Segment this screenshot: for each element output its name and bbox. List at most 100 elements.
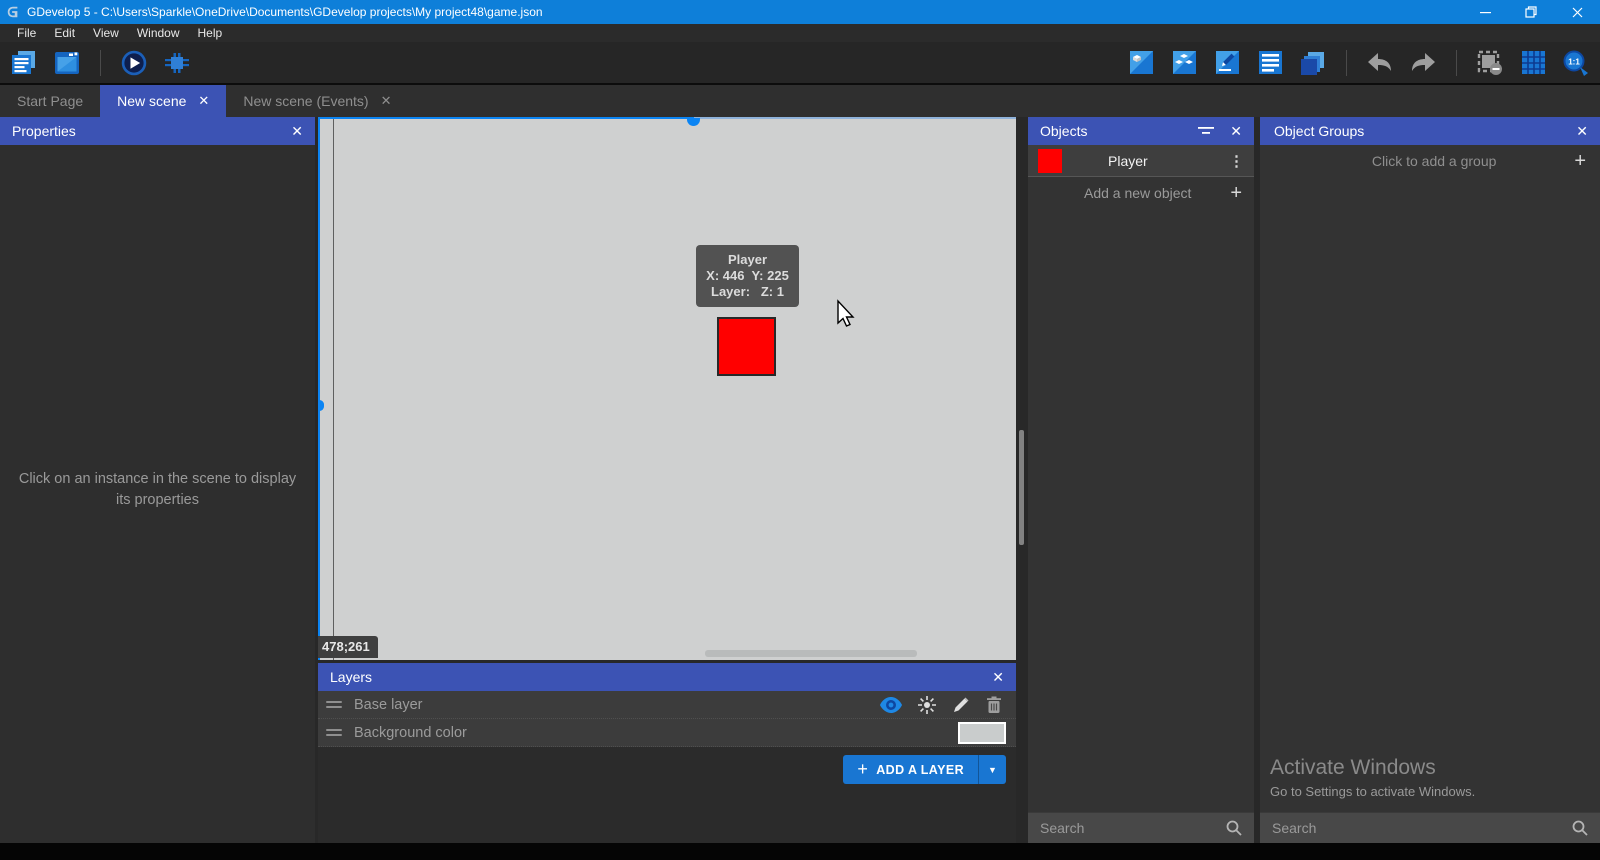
drag-handle-icon[interactable]: [326, 729, 342, 736]
object-thumbnail: [1038, 149, 1062, 173]
instances-list-icon[interactable]: [1256, 49, 1284, 77]
add-object-row[interactable]: Add a new object +: [1028, 177, 1254, 209]
panel-title: Object Groups: [1274, 123, 1364, 139]
scene-canvas[interactable]: Player X: 446 Y: 225 Layer: Z: 1 478;261: [318, 117, 1016, 660]
player-object-instance[interactable]: [717, 317, 776, 376]
mouse-cursor: [834, 299, 856, 329]
tabbar: Start Page New scene ✕ New scene (Events…: [0, 85, 1600, 117]
tab-new-scene-events[interactable]: New scene (Events) ✕: [226, 85, 408, 117]
toolbar-separator: [1346, 50, 1347, 76]
menubar: File Edit View Window Help: [0, 24, 1600, 42]
canvas-top-border: [318, 117, 694, 119]
tab-label: New scene (Events): [243, 93, 368, 109]
grid-icon[interactable]: [1519, 49, 1547, 77]
activate-windows-watermark: Activate Windows Go to Settings to activ…: [1270, 756, 1475, 799]
tooltip-object-name: Player: [696, 252, 799, 268]
undo-icon[interactable]: [1366, 49, 1394, 77]
effects-icon[interactable]: [918, 696, 936, 714]
tooltip-layer: Layer: Z: 1: [696, 284, 799, 300]
instance-tooltip: Player X: 446 Y: 225 Layer: Z: 1: [696, 245, 799, 307]
watermark-subtitle: Go to Settings to activate Windows.: [1270, 784, 1475, 799]
menu-window[interactable]: Window: [128, 24, 189, 42]
layer-row-base[interactable]: Base layer: [318, 691, 1016, 719]
panel-title: Objects: [1040, 123, 1087, 139]
scene-editor-icon[interactable]: [53, 49, 81, 77]
play-button[interactable]: [120, 49, 148, 77]
menu-view[interactable]: View: [84, 24, 128, 42]
plus-icon: +: [857, 759, 868, 780]
delete-trash-icon[interactable]: [986, 696, 1002, 714]
panel-title: Properties: [12, 123, 76, 139]
add-group-row[interactable]: Click to add a group +: [1260, 145, 1600, 177]
close-icon[interactable]: ✕: [1230, 123, 1242, 140]
close-icon[interactable]: ✕: [381, 93, 392, 109]
splitter-objects[interactable]: [1016, 117, 1028, 843]
search-icon: [1226, 820, 1242, 836]
close-icon[interactable]: ✕: [198, 93, 209, 109]
mask-icon[interactable]: [1476, 49, 1504, 77]
instance-properties-icon[interactable]: [1213, 49, 1241, 77]
canvas-left-resize-handle[interactable]: [318, 400, 324, 411]
groups-search-input[interactable]: [1272, 820, 1572, 836]
svg-text:1:1: 1:1: [1568, 57, 1580, 66]
plus-icon[interactable]: +: [1230, 182, 1242, 205]
visibility-eye-icon[interactable]: [880, 697, 902, 713]
drag-handle-icon[interactable]: [326, 701, 342, 708]
close-window-button[interactable]: [1554, 0, 1600, 24]
more-options-icon[interactable]: ⋮: [1229, 152, 1244, 170]
objects-search-input[interactable]: [1040, 820, 1226, 836]
close-icon[interactable]: ✕: [1576, 123, 1588, 140]
plus-icon[interactable]: +: [1574, 150, 1586, 173]
debug-icon[interactable]: [163, 49, 191, 77]
object-row-player[interactable]: Player ⋮: [1028, 145, 1254, 177]
vertical-scrollbar[interactable]: [1019, 430, 1024, 545]
redo-icon[interactable]: [1409, 49, 1437, 77]
add-object-label: Add a new object: [1084, 185, 1230, 201]
gdevelop-window: GDevelop 5 - C:\Users\Sparkle\OneDrive\D…: [0, 0, 1600, 860]
object-name: Player: [1108, 153, 1229, 169]
search-icon: [1572, 820, 1588, 836]
objects-search-bar: [1028, 812, 1254, 843]
filter-icon[interactable]: [1198, 125, 1214, 137]
zoom-1-1-icon[interactable]: 1:1: [1562, 49, 1590, 77]
horizontal-scrollbar[interactable]: [705, 650, 917, 657]
layers-icon[interactable]: [1299, 49, 1327, 77]
object-groups-panel: Object Groups ✕ Click to add a group + A…: [1260, 117, 1600, 843]
layer-name: Background color: [354, 725, 958, 741]
add-layer-label: ADD A LAYER: [876, 763, 964, 777]
objects-panel: Objects ✕ Player ⋮ Add a new object +: [1028, 117, 1254, 843]
canvas-top-border-muted: [694, 117, 1016, 119]
object-groups-icon[interactable]: [1170, 49, 1198, 77]
close-icon[interactable]: ✕: [291, 123, 303, 140]
restore-button[interactable]: [1508, 0, 1554, 24]
minimize-button[interactable]: [1462, 0, 1508, 24]
chevron-down-icon[interactable]: ▼: [979, 755, 1006, 784]
panel-title: Layers: [330, 669, 372, 685]
object-groups-panel-header: Object Groups ✕: [1260, 117, 1600, 145]
tab-label: Start Page: [17, 93, 83, 109]
close-icon[interactable]: ✕: [992, 669, 1004, 686]
add-layer-button[interactable]: + ADD A LAYER ▼: [843, 755, 1006, 784]
tooltip-position: X: 446 Y: 225: [696, 268, 799, 284]
objects-list-icon[interactable]: [1127, 49, 1155, 77]
menu-help[interactable]: Help: [189, 24, 232, 42]
canvas-left-border: [318, 117, 320, 660]
scene-origin-line: [333, 119, 334, 660]
edit-pencil-icon[interactable]: [952, 696, 970, 714]
cursor-coordinates-badge: 478;261: [318, 636, 378, 658]
watermark-title: Activate Windows: [1270, 756, 1475, 780]
canvas-top-resize-handle[interactable]: [687, 118, 700, 126]
background-color-swatch[interactable]: [958, 722, 1006, 744]
layers-panel-header: Layers ✕: [318, 663, 1016, 691]
layer-row-background[interactable]: Background color: [318, 719, 1016, 747]
menu-file[interactable]: File: [8, 24, 45, 42]
titlebar: GDevelop 5 - C:\Users\Sparkle\OneDrive\D…: [0, 0, 1600, 24]
tab-start-page[interactable]: Start Page: [0, 85, 100, 117]
layers-panel: Layers ✕ Base layer Background color + A…: [318, 660, 1016, 843]
menu-edit[interactable]: Edit: [45, 24, 84, 42]
tab-new-scene[interactable]: New scene ✕: [100, 85, 226, 117]
add-group-label: Click to add a group: [1274, 153, 1574, 169]
toolbar-separator: [100, 50, 101, 76]
project-manager-icon[interactable]: [10, 49, 38, 77]
properties-panel: Properties ✕ Click on an instance in the…: [0, 117, 315, 843]
